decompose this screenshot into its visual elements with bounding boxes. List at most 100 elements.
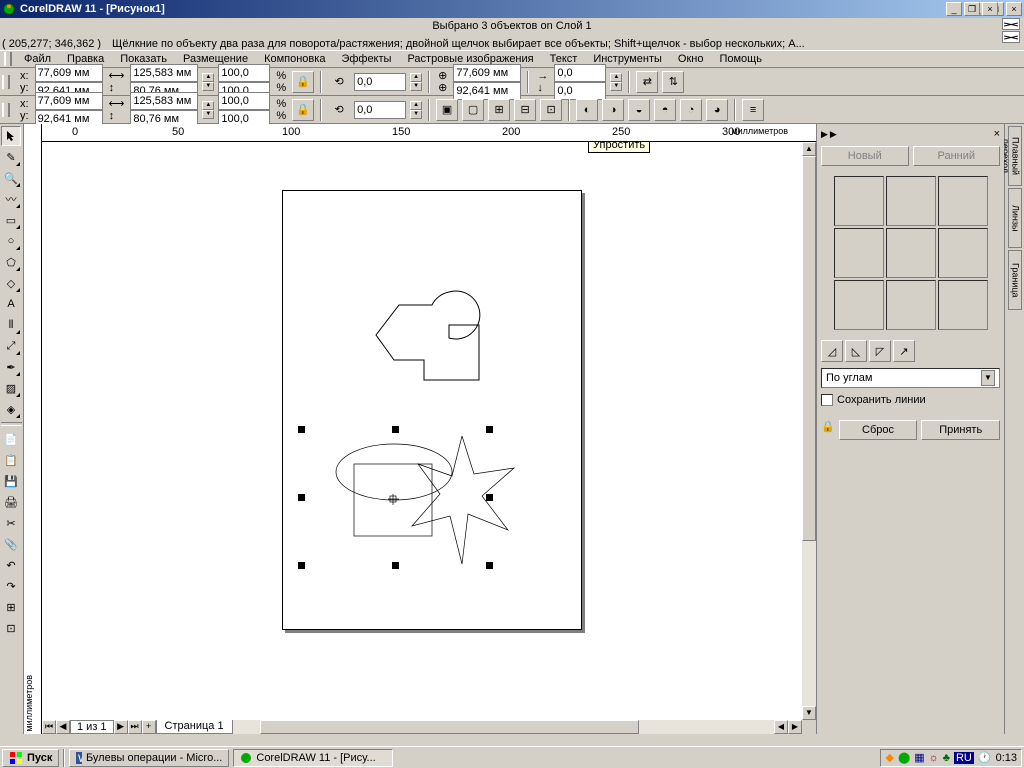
freehand-tool[interactable]: 〰 [1,189,21,209]
to-front-button[interactable]: ▣ [436,99,458,121]
polygon-tool[interactable]: ⬠ [1,252,21,272]
extra-tool-4[interactable]: 🖨 [1,492,21,512]
scrollbar-horizontal[interactable] [233,720,774,734]
align-button[interactable]: ≡ [742,99,764,121]
docker-new-button[interactable]: Новый [821,146,909,166]
extra-tool-1[interactable]: 📄 [1,429,21,449]
doc-minimize-button[interactable]: _ [946,2,962,16]
pick-tool[interactable] [1,126,21,146]
back-minus-front-button[interactable]: ◕ [706,99,728,121]
preset-grid[interactable] [834,176,988,330]
canvas[interactable]: Упростить [42,142,802,720]
extra-tool-6[interactable]: 📎 [1,534,21,554]
offset-y-field[interactable]: 0,0 [554,82,606,100]
text-tool[interactable]: A [1,294,21,314]
sel-handle-ml[interactable] [298,494,305,501]
doc-close-button[interactable]: × [982,2,998,16]
menu-help[interactable]: Помощь [711,52,770,66]
preset-2[interactable]: ◺ [845,340,867,362]
sel-handle-bl[interactable] [298,562,305,569]
offset-x-field[interactable]: 0,0 [554,64,606,82]
mirror-h-button[interactable]: ⇄ [636,71,658,93]
simplify-button[interactable]: ◓ [654,99,676,121]
selected-objects[interactable] [322,436,522,576]
preset-4[interactable]: ↗ [893,340,915,362]
task-coreldraw[interactable]: CorelDRAW 11 - [Рису... [233,749,393,767]
fill-tool[interactable]: ▨ [1,378,21,398]
weld-button[interactable]: ◐ [576,99,598,121]
page-tab[interactable]: Страница 1 [156,720,233,734]
docker-close-button[interactable]: × [994,128,1000,140]
eyedropper-tool[interactable]: ⤢ [1,336,21,356]
extra-tool-7[interactable]: ↶ [1,555,21,575]
tray-icon-6[interactable]: 🕐 [978,751,992,764]
extra-tool-10[interactable]: ⊡ [1,618,21,638]
tab-blend[interactable]: Плавный переход [1008,126,1022,186]
page-add[interactable]: + [142,720,156,734]
docker-early-button[interactable]: Ранний [913,146,1001,166]
zoom-tool[interactable]: 🔍 [1,168,21,188]
x2-field[interactable]: 77,609 мм [35,92,103,110]
docker-collapse-icon[interactable]: ▶▶ [821,129,839,140]
rot2-field[interactable]: 0,0 [354,101,406,119]
no-outline-icon[interactable] [1002,31,1020,43]
sx2-field[interactable]: 100,0 [218,92,270,110]
tab-boundary[interactable]: Граница [1008,250,1022,310]
extra-tool-9[interactable]: ⊞ [1,597,21,617]
center-x-field[interactable]: 77,609 мм [453,64,521,82]
propbar2-grip[interactable] [2,103,10,117]
ellipse-tool[interactable]: ○ [1,231,21,251]
tab-lens[interactable]: Линзы [1008,188,1022,248]
scrollbar-vertical[interactable]: ▲ ▼ [802,142,816,720]
ungroup-all-button[interactable]: ⊡ [540,99,562,121]
page-prev[interactable]: ◀ [56,720,70,734]
propbar-grip[interactable] [2,75,10,89]
preset-1[interactable]: ◿ [821,340,843,362]
shape-tool[interactable]: ✎ [1,147,21,167]
center-y-field[interactable]: 92,641 мм [453,82,521,100]
no-fill-icon[interactable] [1002,18,1020,30]
extra-tool-5[interactable]: ✂ [1,513,21,533]
mirror-v-button[interactable]: ⇅ [662,71,684,93]
rotation-field[interactable]: 0,0 [354,73,406,91]
corner-mode-dropdown[interactable]: По углам▼ [821,368,1000,388]
to-back-button[interactable]: ▢ [462,99,484,121]
save-lines-checkbox[interactable]: Сохранить линии [821,394,1000,406]
sel-handle-tr[interactable] [486,426,493,433]
extra-tool-8[interactable]: ↷ [1,576,21,596]
sel-handle-bc[interactable] [392,562,399,569]
menu-window[interactable]: Окно [670,52,712,66]
extra-tool-3[interactable]: 💾 [1,471,21,491]
interactive-blend-tool[interactable]: ⫴ [1,315,21,335]
language-indicator[interactable]: RU [954,752,974,764]
sel-handle-br[interactable] [486,562,493,569]
preset-3[interactable]: ◸ [869,340,891,362]
ungroup-button[interactable]: ⊟ [514,99,536,121]
interactive-fill-tool[interactable]: ◈ [1,399,21,419]
x-position-field[interactable]: 77,609 мм [35,64,103,82]
menu-effects[interactable]: Эффекты [333,52,399,66]
welded-shape[interactable] [374,290,514,400]
sel-handle-tc[interactable] [392,426,399,433]
tray-icon-5[interactable]: ♣ [943,752,950,764]
start-button[interactable]: Пуск [2,749,59,767]
lock-preset-button[interactable]: 🔒 [821,420,835,440]
width-field[interactable]: 125,583 мм [130,64,198,82]
sel-handle-mr[interactable] [486,494,493,501]
page-last[interactable]: ⏭ [128,720,142,734]
menu-grip[interactable] [4,52,12,66]
task-word[interactable]: W Булевы операции - Micro... [69,749,229,767]
basic-shapes-tool[interactable]: ◇ [1,273,21,293]
reset-button[interactable]: Сброс [839,420,918,440]
group-button[interactable]: ⊞ [488,99,510,121]
tray-icon-1[interactable]: ◆ [885,751,893,764]
sel-handle-tl[interactable] [298,426,305,433]
front-minus-back-button[interactable]: ◔ [680,99,702,121]
page-next[interactable]: ▶ [114,720,128,734]
extra-tool-2[interactable]: 📋 [1,450,21,470]
lock-ratio-button[interactable]: 🔒 [292,71,314,93]
accept-button[interactable]: Принять [921,420,1000,440]
tray-icon-3[interactable]: ▦ [914,751,924,764]
intersect-button[interactable]: ◒ [628,99,650,121]
page-first[interactable]: ⏮ [42,720,56,734]
